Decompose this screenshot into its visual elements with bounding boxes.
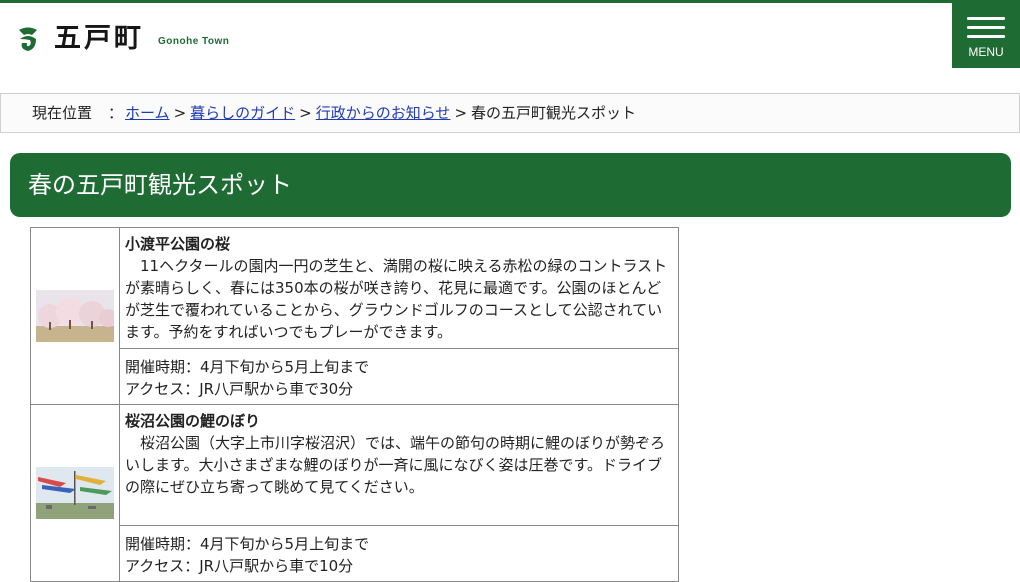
spot-photo-cell [30, 404, 120, 582]
site-logo[interactable]: 五戸町 Gonohe Town [16, 23, 229, 55]
logo-subtitle: Gonohe Town [158, 35, 230, 47]
table-row: 桜沼公園の鯉のぼり 桜沼公園（大字上市川字桜沼沢）では、端午の節句の時期に鯉のぼ… [30, 404, 679, 582]
breadcrumb-separator: > [173, 104, 187, 122]
spot-description-cell: 小渡平公園の桜 11ヘクタールの園内一円の芝生と、満開の桜に映える赤松の緑のコン… [119, 227, 679, 349]
hamburger-icon [967, 17, 1005, 44]
table-row: 開催時期：4月下旬から5月上旬まで アクセス：JR八戸駅から車で30分 [31, 348, 679, 405]
breadcrumb-separator: > [299, 104, 312, 122]
breadcrumb-trail: ホーム > 暮らしのガイド > 行政からのお知らせ > 春の五戸町観光スポット [125, 94, 636, 132]
menu-label: MENU [968, 45, 1004, 59]
carp-streamers-photo [36, 467, 114, 519]
town-emblem-icon [19, 27, 37, 51]
spot-text: 11ヘクタールの園内一円の芝生と、満開の桜に映える赤松の緑のコントラストが素晴ら… [125, 257, 668, 341]
menu-button[interactable]: MENU [952, 3, 1020, 68]
spot-period: 開催時期：4月下旬から5月上旬まで [125, 358, 370, 376]
breadcrumb: 現在位置 ： ホーム > 暮らしのガイド > 行政からのお知らせ > 春の五戸町観光スポット [0, 93, 1020, 133]
spot-text: 桜沼公園（大字上市川字桜沼沢）では、端午の節句の時期に鯉のぼりが勢ぞろいします。… [125, 434, 666, 496]
spot-info-cell: 開催時期：4月下旬から5月上旬まで アクセス：JR八戸駅から車で30分 [119, 348, 679, 405]
breadcrumb-separator: > [454, 104, 468, 122]
breadcrumb-link-notices[interactable]: 行政からのお知らせ [316, 104, 451, 122]
breadcrumb-link-guide[interactable]: 暮らしのガイド [190, 104, 295, 122]
spot-period: 開催時期：4月下旬から5月上旬まで [125, 535, 370, 553]
spots-table: 小渡平公園の桜 11ヘクタールの園内一円の芝生と、満開の桜に映える赤松の緑のコン… [30, 227, 679, 582]
breadcrumb-colon: ： [108, 104, 124, 122]
spot-access: アクセス：JR八戸駅から車で10分 [125, 557, 354, 575]
spot-name: 桜沼公園の鯉のぼり [125, 412, 261, 430]
spot-access: アクセス：JR八戸駅から車で30分 [125, 380, 354, 398]
spot-photo-cell [30, 227, 120, 405]
logo-text: 五戸町 [54, 23, 144, 54]
table-row: 小渡平公園の桜 11ヘクタールの園内一円の芝生と、満開の桜に映える赤松の緑のコン… [30, 227, 679, 405]
breadcrumb-link-home[interactable]: ホーム [125, 104, 170, 122]
spot-info-cell: 開催時期：4月下旬から5月上旬まで アクセス：JR八戸駅から車で10分 [119, 525, 679, 582]
site-header: 五戸町 Gonohe Town MENU [0, 3, 1020, 93]
spot-name: 小渡平公園の桜 [125, 235, 231, 253]
page-title: 春の五戸町観光スポット [28, 171, 292, 199]
page-title-bar: 春の五戸町観光スポット [10, 153, 1011, 217]
breadcrumb-here-label: 現在位置 [32, 104, 93, 122]
breadcrumb-current: 春の五戸町観光スポット [471, 104, 637, 122]
table-row: 開催時期：4月下旬から5月上旬まで アクセス：JR八戸駅から車で10分 [31, 525, 679, 582]
spot-description-cell: 桜沼公園の鯉のぼり 桜沼公園（大字上市川字桜沼沢）では、端午の節句の時期に鯉のぼ… [119, 404, 679, 526]
cherry-blossom-photo [36, 290, 114, 342]
